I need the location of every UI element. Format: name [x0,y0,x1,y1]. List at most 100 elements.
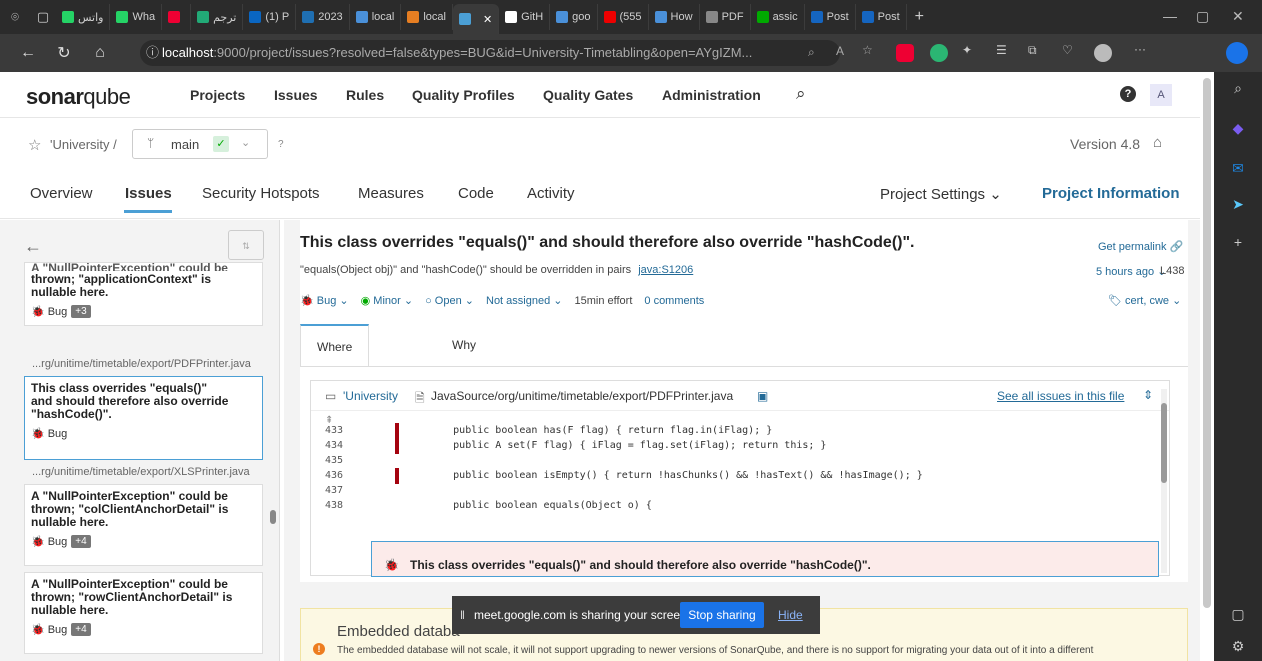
browser-tab[interactable]: Post [856,4,907,30]
browser-tab[interactable]: assic [751,4,805,30]
line-number[interactable]: 437 [325,485,343,496]
nav-quality-gates[interactable]: Quality Gates [543,87,633,103]
search-icon[interactable]: ⌕ [796,84,806,104]
page-scrollbar-thumb[interactable] [1203,78,1211,608]
youtube-ext-icon[interactable] [896,44,914,62]
file-project[interactable]: 'University [343,389,398,403]
tab-why-is-issue[interactable]: Why is this an issue? [436,324,503,478]
sonarqube-logo[interactable]: sonarqube [26,84,131,110]
browser-tab[interactable]: ترجم [191,4,244,30]
rule-link[interactable]: java:S1206 [638,264,693,276]
favorite-star-icon[interactable]: ☆ [28,136,41,154]
browser-tab[interactable] [162,4,192,30]
workspaces-icon[interactable]: ⌾ [0,9,30,25]
url-field[interactable]: ⓘ localhost:9000/project/issues?resolved… [140,40,840,66]
share-page-icon[interactable]: ⌕ [808,45,815,60]
back-arrow-icon[interactable]: ← [24,236,42,257]
issue-card-partial[interactable]: A "NullPointerException" could be thrown… [24,262,263,326]
tab-actions-icon[interactable]: ▢ [30,9,56,25]
copilot-icon[interactable] [1226,42,1248,64]
stop-sharing-button[interactable]: Stop sharing [680,602,764,628]
tags-dropdown[interactable]: 🏷 cert, cwe ⌄ [1108,294,1181,307]
browser-tab[interactable]: واتس [56,4,111,30]
issue-card[interactable]: A "NullPointerException" could be thrown… [24,484,263,566]
minimize-button[interactable]: — [1163,8,1177,24]
see-all-issues-link[interactable]: See all issues in this file [997,389,1124,403]
branch-selector[interactable]: ᛘ main ✓ ⌄ [132,129,268,159]
nav-projects[interactable]: Projects [190,87,245,103]
collections-icon[interactable]: ⧉ [1028,43,1037,58]
severity-dropdown[interactable]: ◉ Minor ⌄ [361,294,413,307]
profile-avatar[interactable] [1094,44,1112,62]
home-icon[interactable]: ⌂ [1153,134,1162,151]
nav-quality-profiles[interactable]: Quality Profiles [412,87,515,103]
project-name[interactable]: 'University / [50,137,117,152]
permalink-link[interactable]: Get permalink 🔗 [1098,240,1183,253]
tab-measures[interactable]: Measures [358,185,424,202]
browser-tab[interactable]: Wha [110,4,163,30]
outlook-icon[interactable]: ✉ [1229,160,1247,178]
tab-overview[interactable]: Overview [30,185,93,202]
issue-location-marker[interactable] [395,423,399,439]
close-tab-icon[interactable]: ✕ [483,13,492,26]
add-sidebar-icon[interactable]: + [1229,234,1247,252]
browser-tab[interactable]: How [649,4,700,30]
line-number[interactable]: 434 [325,440,343,451]
help-icon[interactable]: ? [1120,86,1136,102]
nav-administration[interactable]: Administration [662,87,761,103]
issue-location-marker[interactable] [395,438,399,454]
hide-share-banner-link[interactable]: Hide [778,608,803,622]
refresh-button[interactable]: ↻ [50,43,78,63]
read-aloud-icon[interactable]: A [836,44,844,58]
line-number[interactable]: 438 [325,500,343,511]
new-tab-button[interactable]: + [915,8,924,26]
restore-button[interactable]: ▢ [1196,8,1209,25]
settings-gear-icon[interactable]: ⚙ [1229,638,1247,656]
code-scrollbar[interactable] [1161,389,1167,573]
health-icon[interactable]: ♡ [1062,43,1073,57]
nav-issues[interactable]: Issues [274,87,318,103]
tab-security-hotspots[interactable]: Security Hotspots [202,185,320,202]
issue-card-selected[interactable]: This class overrides "equals()" and shou… [24,376,263,460]
browser-tab[interactable]: PDF [700,4,751,30]
line-number[interactable]: 435 [325,455,343,466]
branch-help-icon[interactable]: ? [278,139,284,150]
browser-tab[interactable]: local [401,4,453,30]
browser-tab[interactable]: ✕ [452,4,500,34]
copy-path-icon[interactable]: ▣ [757,389,768,403]
tab-activity[interactable]: Activity [527,185,575,202]
browser-tab[interactable]: (555 [598,4,649,30]
search-icon[interactable]: ⌕ [1229,80,1247,98]
nav-rules[interactable]: Rules [346,87,384,103]
browser-tab[interactable]: GitH [499,4,551,30]
more-menu-icon[interactable]: ··· [1134,42,1146,56]
send-icon[interactable]: ➤ [1229,196,1247,214]
status-dropdown[interactable]: ○ Open ⌄ [425,294,474,307]
tab-issues[interactable]: Issues [125,185,172,202]
tab-code[interactable]: Code [458,185,494,202]
line-number[interactable]: 433 [325,425,343,436]
issue-card[interactable]: A "NullPointerException" could be thrown… [24,572,263,654]
tab-project-information[interactable]: Project Information [1042,185,1180,202]
tab-project-settings[interactable]: Project Settings ⌄ [880,185,1002,203]
expand-icon[interactable]: ⇕ [1143,388,1153,402]
favorites-icon[interactable]: ☆ [862,43,873,57]
green-ext-icon[interactable] [930,44,948,62]
list-scrollbar-thumb[interactable] [270,510,276,524]
home-icon[interactable]: ⌂ [86,44,114,62]
browser-tab[interactable]: 2023 [296,4,350,30]
assignee-dropdown[interactable]: Not assigned ⌄ [486,294,563,307]
extensions-icon[interactable]: ✦ [962,43,972,57]
issue-age[interactable]: 5 hours ago ⌄ [1096,265,1166,278]
type-dropdown[interactable]: 🐞 Bug ⌄ [300,294,349,307]
browser-tab[interactable]: goo [550,4,598,30]
browser-tab[interactable]: (1) P [243,4,297,30]
favorites-bar-icon[interactable]: ☰ [996,43,1007,57]
shopping-icon[interactable]: ◆ [1229,120,1247,138]
comments-link[interactable]: 0 comments [644,295,704,307]
back-button[interactable]: ← [14,44,42,62]
user-avatar[interactable]: A [1150,84,1172,106]
line-number[interactable]: 436 [325,470,343,481]
inline-issue-box[interactable]: 🐞 This class overrides "equals()" and sh… [371,541,1159,577]
browser-tab[interactable]: Post [805,4,856,30]
